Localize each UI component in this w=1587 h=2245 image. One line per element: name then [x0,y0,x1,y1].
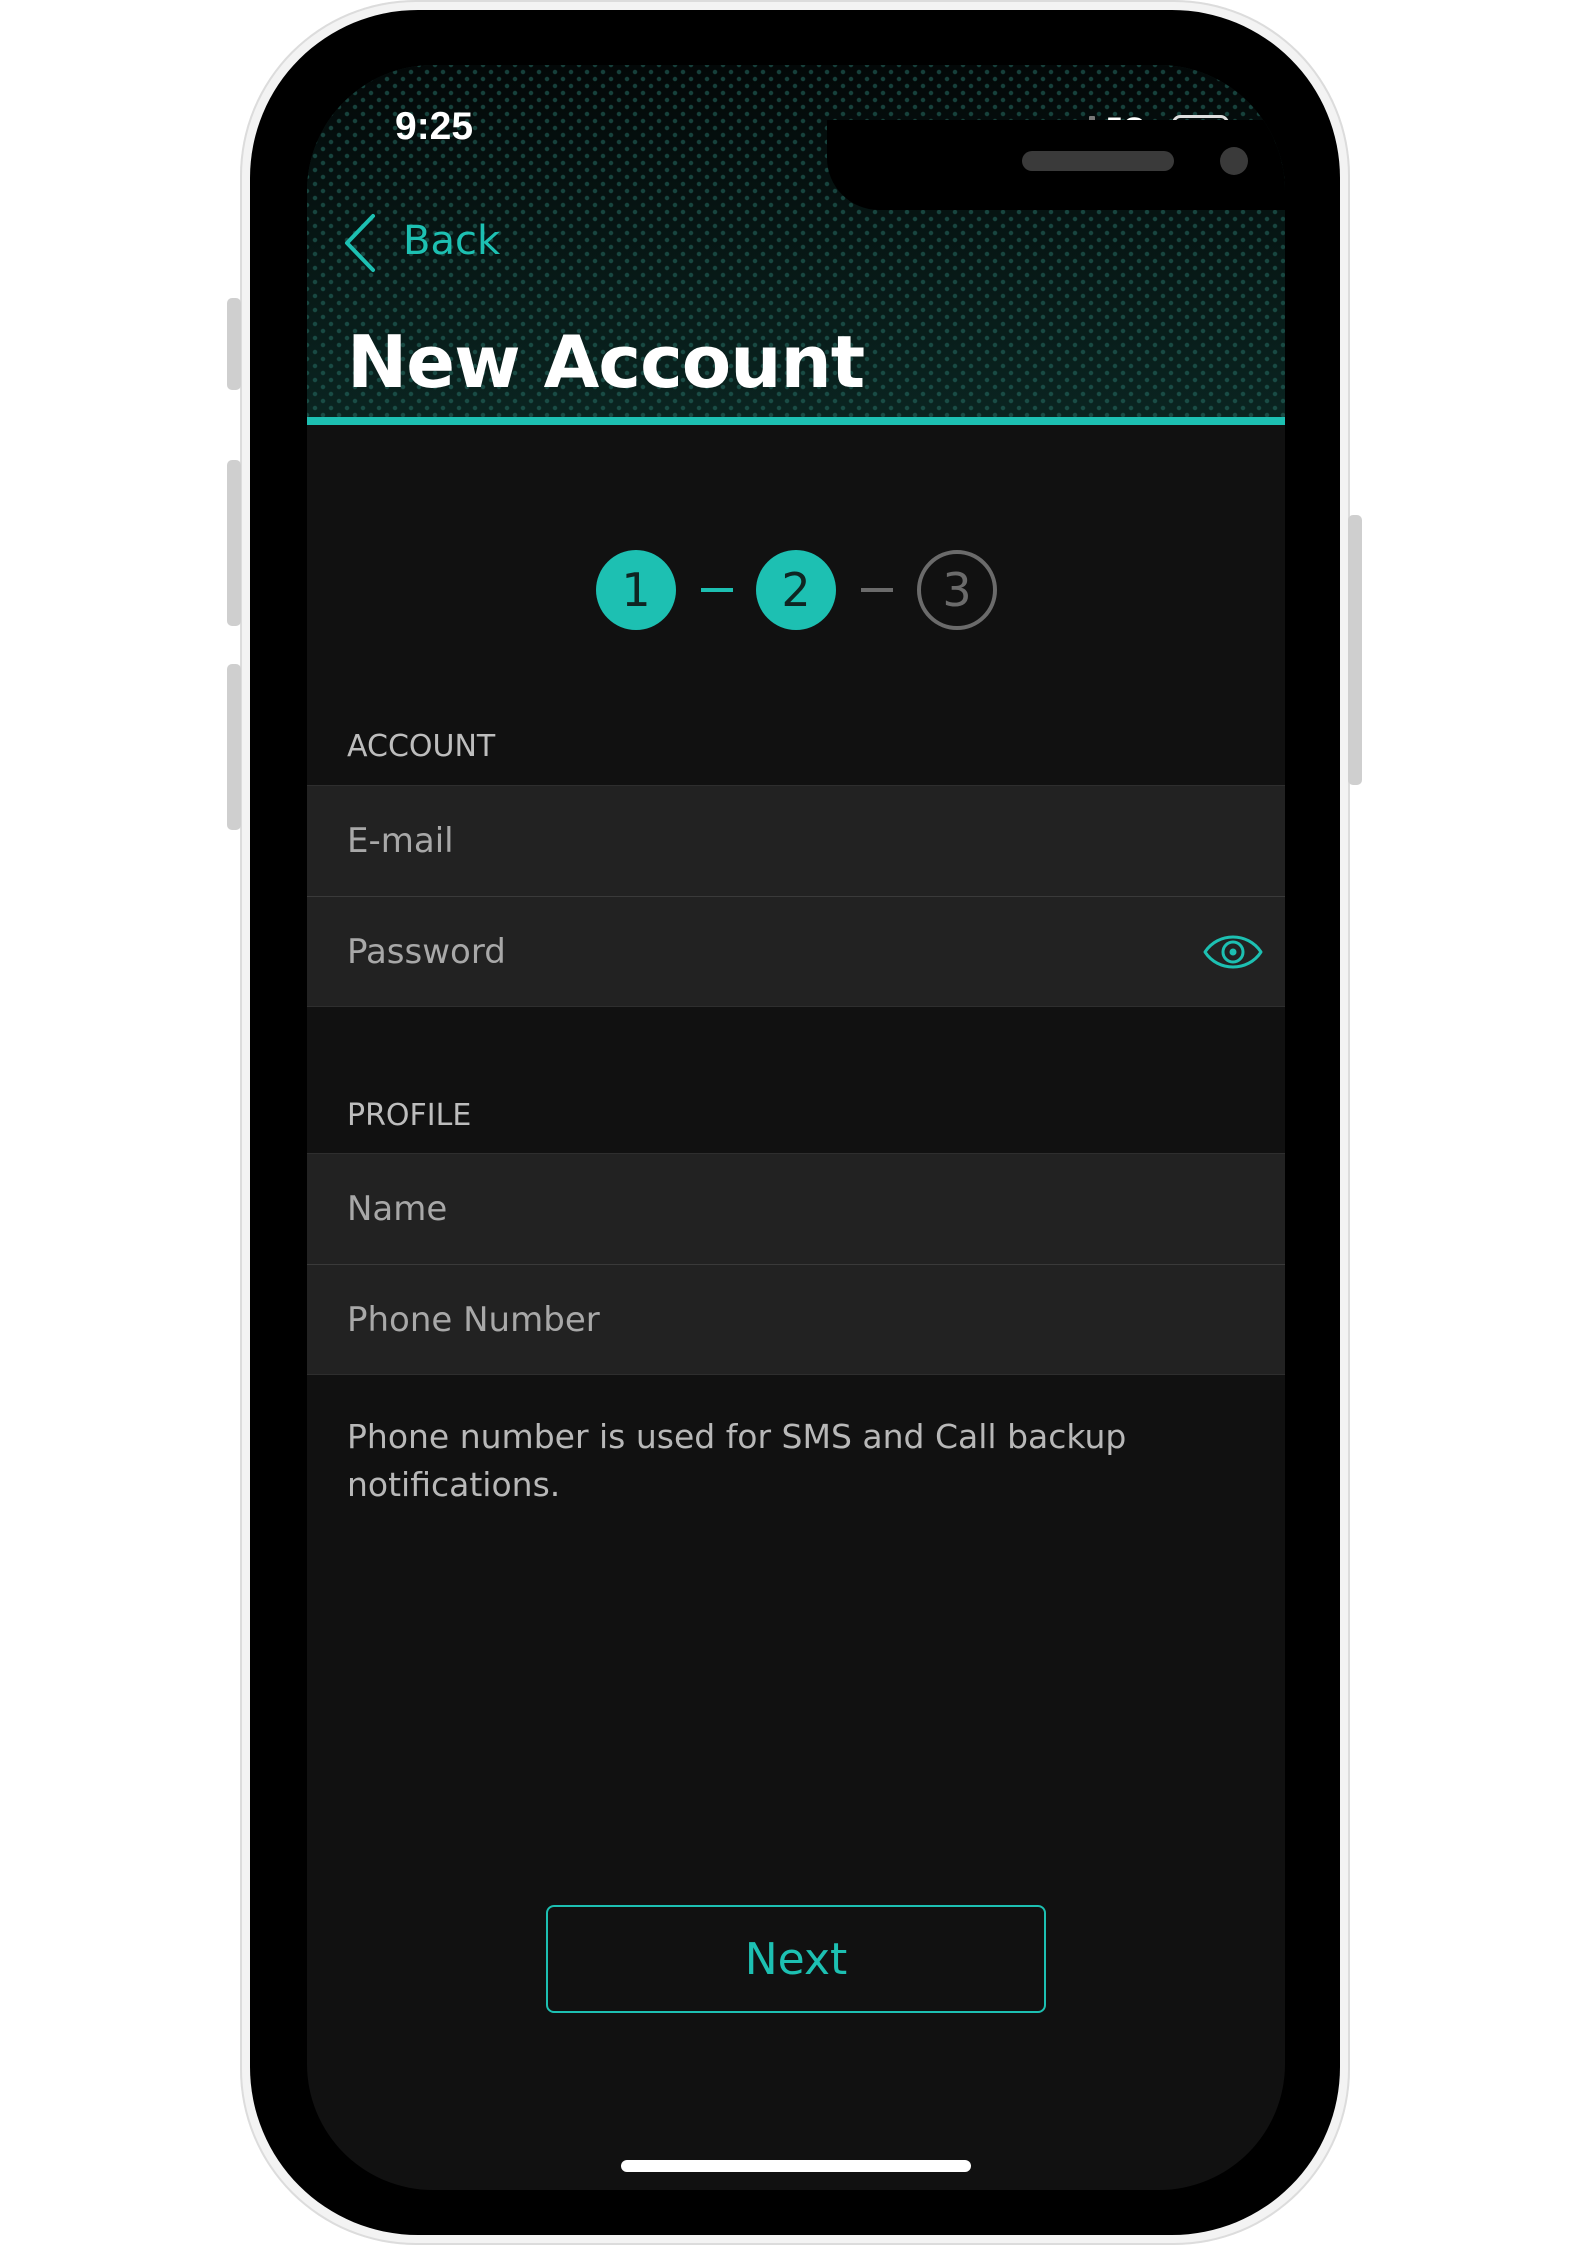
power-button [1348,515,1362,785]
name-field[interactable] [347,1184,1167,1234]
volume-up-button [227,460,241,626]
account-field-group [307,785,1285,1007]
profile-section-label: PROFILE [347,1098,472,1133]
email-field[interactable] [347,816,1167,866]
step-connector [861,588,893,592]
home-indicator[interactable] [621,2160,971,2172]
step-3-indicator: 3 [917,550,997,630]
step-2-indicator: 2 [756,550,836,630]
back-label: Back [403,218,501,264]
status-time: 9:25 [395,105,474,148]
front-camera [1220,147,1248,175]
profile-field-group [307,1153,1285,1375]
phone-row [307,1264,1285,1375]
phone-screen: 9:25 5G Back New Account 1 2 3 ACCOUNT [307,65,1285,2190]
show-password-eye-icon[interactable] [1202,927,1264,977]
progress-stepper: 1 2 3 [307,545,1285,635]
step-connector [701,588,733,592]
account-section-label: ACCOUNT [347,729,496,764]
phone-number-field[interactable] [347,1295,1167,1345]
volume-down-button [227,664,241,830]
header-accent-rule [307,417,1285,425]
password-row [307,896,1285,1007]
password-field[interactable] [347,927,1167,977]
phone-helper-text: Phone number is used for SMS and Call ba… [347,1417,1127,1504]
chevron-left-icon [345,214,375,272]
next-button[interactable]: Next [546,1905,1046,2013]
page-title: New Account [347,320,865,404]
email-row [307,786,1285,896]
silent-switch [227,298,241,390]
name-row [307,1154,1285,1264]
step-1-indicator: 1 [596,550,676,630]
speaker-grille [1022,151,1174,171]
